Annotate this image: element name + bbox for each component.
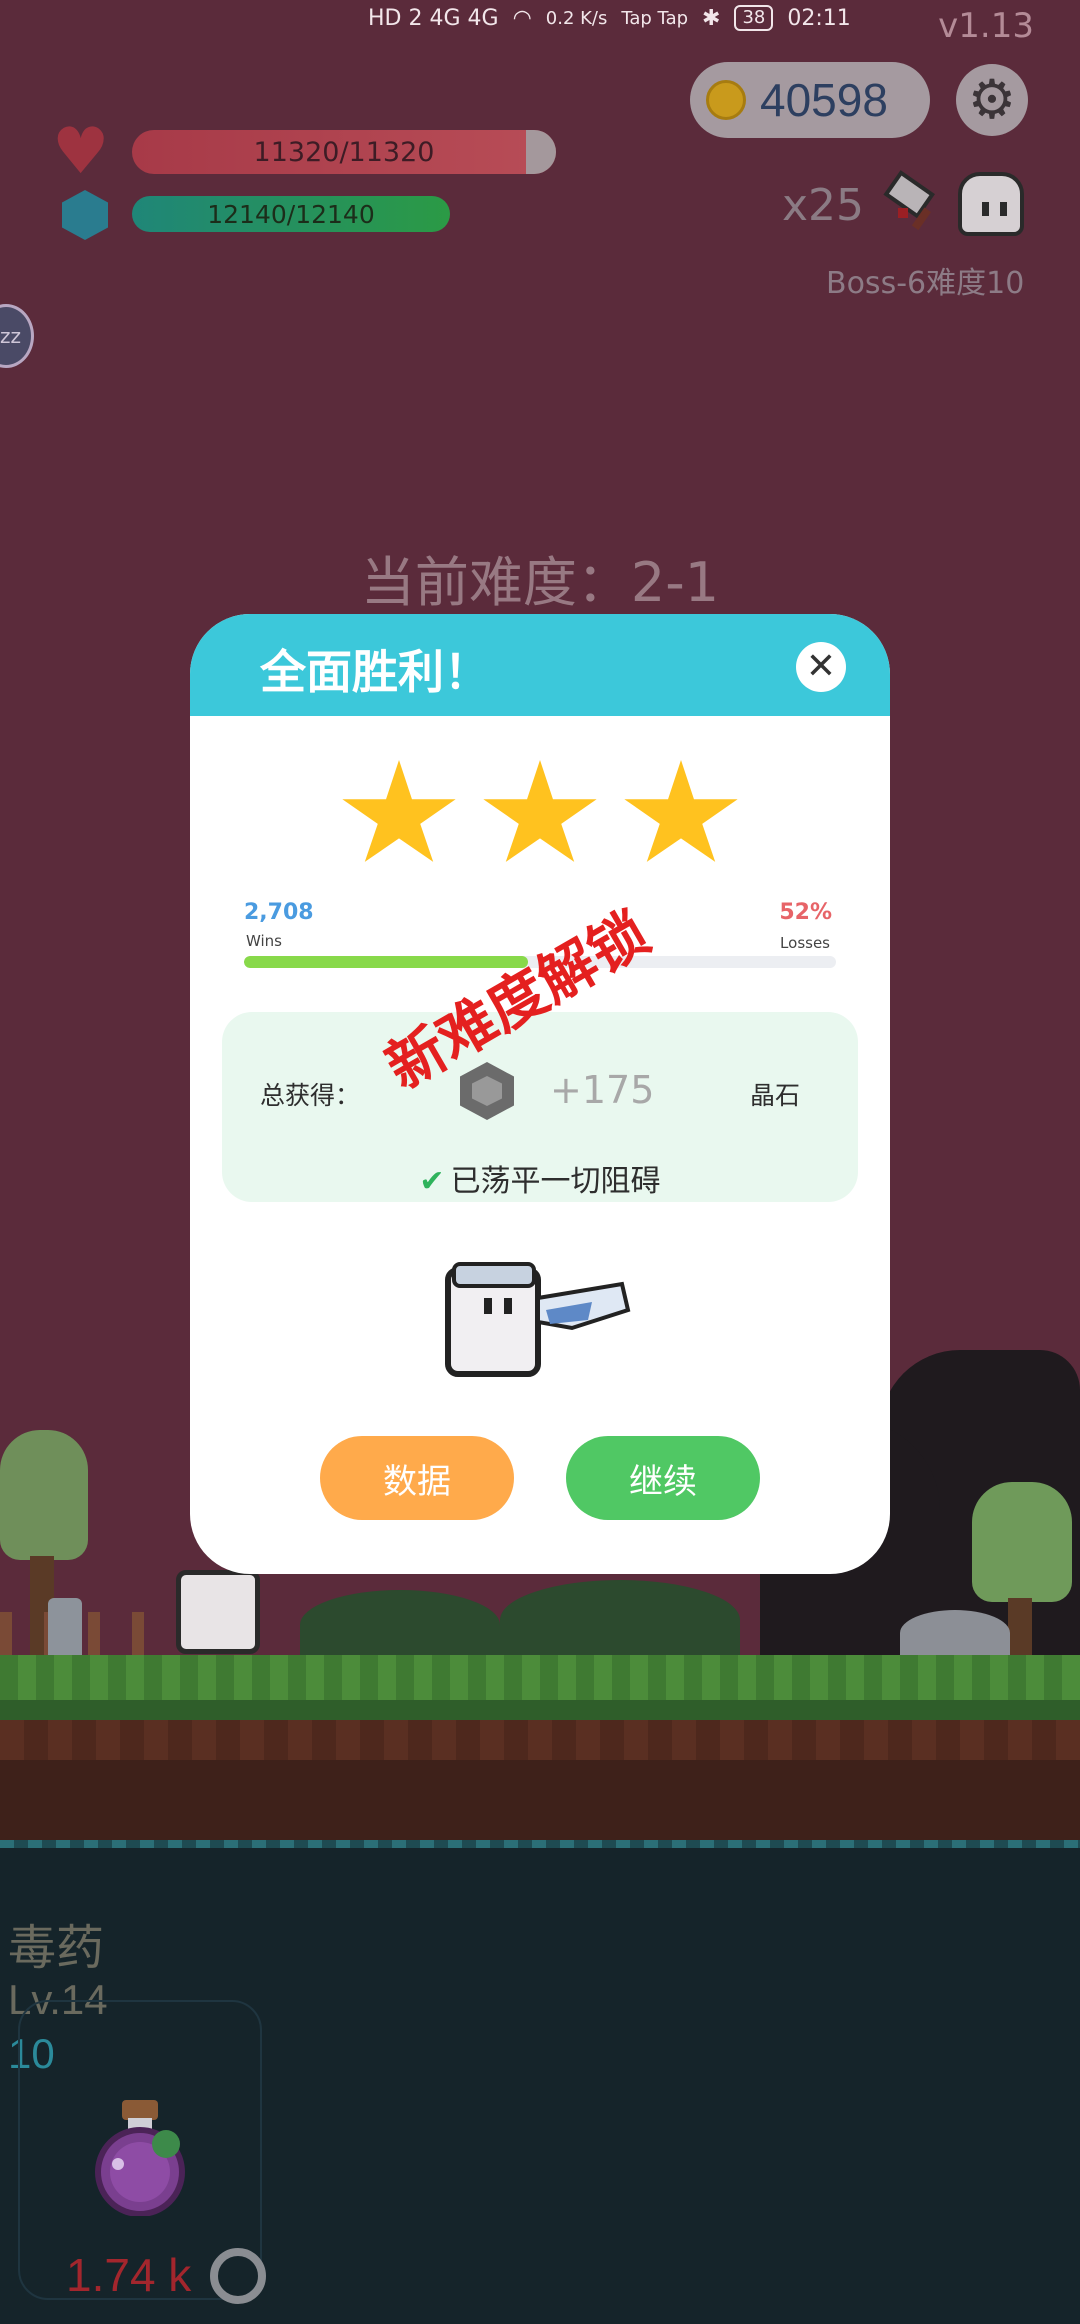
right-tree-trunk [1008, 1598, 1032, 1658]
grass-edge [0, 1700, 1080, 1722]
bluetooth-icon: ✱ [702, 5, 721, 31]
bush [500, 1580, 740, 1660]
damage-multiplier: x25 [782, 180, 865, 231]
left-tree [0, 1430, 88, 1560]
sleep-icon: zz [0, 324, 21, 348]
app-notifications: Tap Tap [621, 7, 689, 29]
continue-button[interactable]: 继续 [566, 1436, 760, 1520]
boss-label: Boss-6难度10 [826, 266, 1025, 301]
battery-indicator: 38 [734, 5, 774, 31]
check-icon: ✔ [419, 1164, 445, 1199]
wins-label: Wins [246, 932, 282, 950]
cleared-text: 已荡平一切阻碍 [450, 1164, 661, 1199]
grass-ground [0, 1655, 1080, 1705]
poison-potion-icon [95, 2100, 185, 2216]
wifi-icon: ◠ [512, 5, 532, 31]
ghost-eye [1000, 202, 1007, 216]
reward-amount: +175 [550, 1068, 655, 1112]
coin-value: 40598 [760, 74, 888, 126]
dialog-title: 全面胜利！ [260, 645, 490, 699]
losses-label: Losses [780, 934, 830, 952]
boss-ghost-icon[interactable] [958, 172, 1024, 236]
mana-value: 12140/12140 [207, 199, 375, 229]
network-indicator: HD 2 4G 4G [368, 5, 499, 31]
dirt-deep-layer [0, 1760, 1080, 1840]
bush [300, 1590, 500, 1660]
skill-upgrade-cost: 1.74 k [66, 2249, 192, 2301]
fence [0, 1612, 170, 1658]
skill-name: 毒药 [8, 1920, 105, 1976]
gem-icon-facet [472, 1076, 502, 1106]
status-bar: HD 2 4G 4G ◠ 0.2 K/s Tap Tap ✱ 38 02:11 [368, 0, 851, 36]
current-difficulty: 当前难度：2-1 [360, 551, 720, 614]
reward-label: 总获得： [260, 1081, 361, 1110]
network-speed: 0.2 K/s [545, 7, 608, 29]
rock [900, 1610, 1010, 1656]
cleared-status: ✔ 已荡平一切阻碍 [222, 1156, 858, 1200]
star-icon [342, 760, 456, 862]
gravestone [48, 1598, 82, 1656]
close-icon: ✕ [805, 646, 837, 687]
star-icon [483, 760, 597, 862]
settings-button[interactable]: ⚙ [956, 64, 1028, 136]
wins-value: 2,708 [244, 900, 314, 925]
ghost-eye [982, 202, 989, 216]
mana-bar: 12140/12140 [132, 196, 450, 232]
hero-sprite [445, 1262, 631, 1377]
clock: 02:11 [787, 5, 851, 31]
reward-unit: 晶石 [750, 1081, 801, 1110]
stats-button[interactable]: 数据 [320, 1436, 514, 1520]
victory-dialog: 全面胜利！ ✕ 2,708 Wins 52% Losses 总获得： +175 … [190, 614, 890, 1574]
star-icon [624, 760, 738, 862]
close-button[interactable]: ✕ [796, 642, 846, 692]
losses-value: 52% [779, 900, 832, 925]
gear-icon: ⚙ [967, 68, 1017, 131]
water-line [0, 1840, 1080, 1848]
heart-icon: ♥ [52, 115, 110, 189]
coin-icon [706, 80, 746, 120]
gear-icon[interactable] [210, 2248, 266, 2304]
cleaver-icon[interactable] [880, 168, 946, 234]
hp-value: 11320/11320 [253, 136, 435, 168]
coin-counter: 40598 [690, 62, 930, 138]
hp-bar: 11320/11320 [132, 130, 556, 174]
version-label: v1.13 [938, 6, 1034, 46]
hero-character [176, 1570, 260, 1654]
reward-box: 总获得： +175 晶石 ✔ 已荡平一切阻碍 [222, 1012, 858, 1202]
right-tree [972, 1482, 1072, 1602]
